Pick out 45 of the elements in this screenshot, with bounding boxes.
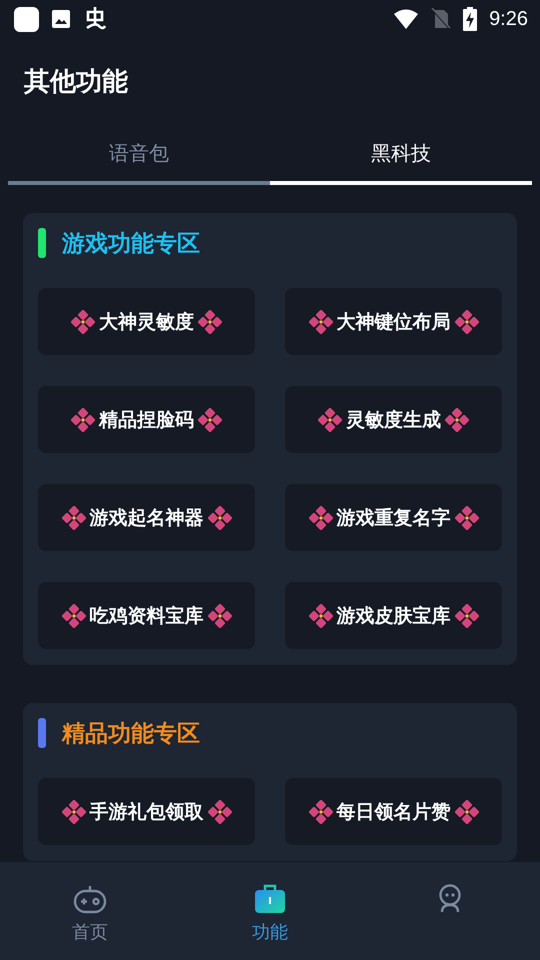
feature-button[interactable]: 大神灵敏度 [38,288,255,355]
flower-icon [208,800,232,824]
section-title: 游戏功能专区 [62,230,200,258]
flower-icon [198,408,222,432]
flower-icon [445,408,469,432]
flower-icon [308,800,332,824]
flower-icon [308,506,332,530]
flower-icon [454,506,478,530]
feature-button[interactable]: 精品捏脸码 [38,386,255,453]
feature-button[interactable]: 吃鸡资料宝库 [38,582,255,649]
briefcase-icon [254,884,286,914]
flower-icon [308,604,332,628]
page-title: 其他功能 [24,66,128,99]
feature-button[interactable]: 大神键位布局 [285,288,502,355]
flower-icon [71,310,95,334]
flower-icon [454,800,478,824]
section-title: 精品功能专区 [62,720,200,748]
flower-icon [454,310,478,334]
flower-icon [318,408,342,432]
flower-icon [454,604,478,628]
flower-icon [208,506,232,530]
tab[interactable]: 黑科技 [270,125,532,185]
no-sim-icon [431,8,452,30]
flower-icon [62,604,86,628]
gamepad-icon [73,884,107,914]
flower-icon [208,604,232,628]
app-icon [14,6,39,32]
feature-button[interactable]: 每日领名片赞 [285,778,502,845]
flower-icon [62,800,86,824]
flower-icon [308,310,332,334]
status-time: 9:26 [489,8,528,30]
nav-item[interactable]: 功能 [180,862,360,960]
nav-item[interactable]: 首页 [0,862,180,960]
flower-icon [62,506,86,530]
flower-icon [71,408,95,432]
feature-button[interactable]: 游戏起名神器 [38,484,255,551]
wifi-icon [393,8,420,30]
feature-button[interactable]: 手游礼包领取 [38,778,255,845]
feature-button[interactable]: 游戏重复名字 [285,484,502,551]
image-icon [51,9,71,29]
flower-icon [198,310,222,334]
battery-icon [463,7,478,31]
feature-button[interactable]: 游戏皮肤宝库 [285,582,502,649]
feature-button[interactable]: 灵敏度生成 [285,386,502,453]
tab[interactable]: 语音包 [8,125,270,185]
